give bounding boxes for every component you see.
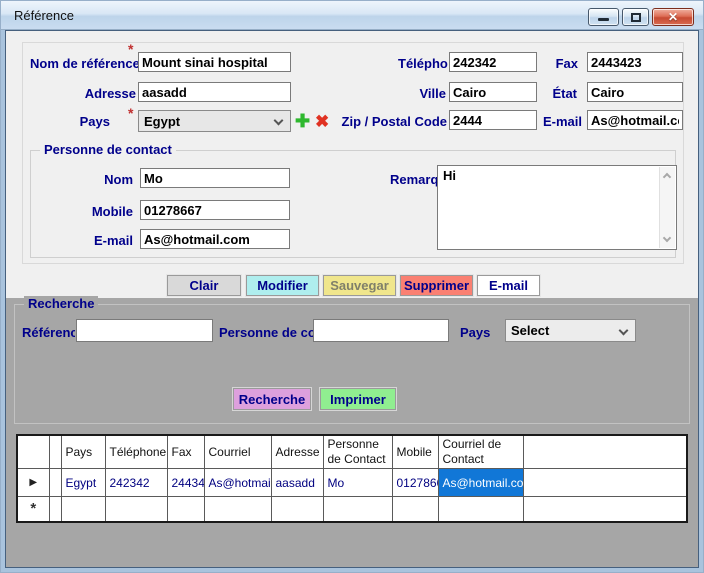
maximize-icon [631, 13, 641, 22]
remarque-text: Hi [443, 168, 456, 183]
zip-input[interactable] [449, 110, 537, 130]
minimize-icon [598, 18, 609, 21]
adresse-label: Adresse [66, 86, 136, 101]
search-pays-combobox[interactable]: Select [505, 319, 636, 342]
grid-header-filler [523, 435, 687, 469]
add-country-icon[interactable]: ✚ [295, 112, 310, 130]
ville-input[interactable] [449, 82, 537, 102]
sauvegar-button[interactable]: Sauvegar [323, 275, 396, 296]
grid-header-telephone[interactable]: Téléphone [105, 435, 167, 469]
delete-country-icon[interactable]: ✖ [315, 113, 329, 130]
supprimer-button[interactable]: Supprimer [400, 275, 473, 296]
grid-header-courriel[interactable]: Courriel [204, 435, 271, 469]
current-row-icon[interactable]: ▶ [17, 469, 49, 497]
grid-cell-pays[interactable]: Egypt [61, 469, 105, 497]
grid-cell-courriel-contact-selected[interactable]: As@hotmail.com [438, 469, 523, 497]
clair-button[interactable]: Clair [167, 275, 241, 296]
chevron-down-icon [619, 326, 629, 336]
grid-cell-fax[interactable] [167, 497, 204, 522]
required-marker-nom: * [128, 41, 133, 57]
grid-header-pays[interactable]: Pays [61, 435, 105, 469]
chevron-down-icon [274, 116, 284, 126]
search-pays-value: Select [511, 323, 549, 338]
fax-input[interactable] [587, 52, 683, 72]
grid-header-row: Pays Téléphone Fax Courriel Adresse Pers… [17, 435, 687, 469]
etat-input[interactable] [587, 82, 683, 102]
grid-cell-mobile[interactable]: 01278667 [392, 469, 438, 497]
grid-header-adresse[interactable]: Adresse [271, 435, 323, 469]
pays-label: Pays [70, 114, 110, 129]
window-title: Référence [14, 8, 74, 23]
grid-cell-fax[interactable]: 2443423 [167, 469, 204, 497]
grid-header-fax[interactable]: Fax [167, 435, 204, 469]
grid-cell-adresse[interactable]: aasadd [271, 469, 323, 497]
grid-cell-adresse[interactable] [271, 497, 323, 522]
fax-label: Fax [550, 56, 578, 71]
new-row-icon[interactable]: * [17, 497, 49, 522]
grid-header-mobile[interactable]: Mobile [392, 435, 438, 469]
contact-group-title: Personne de contact [40, 142, 176, 157]
grid-header-courriel-contact[interactable]: Courriel de Contact [438, 435, 523, 469]
telephone-label: Téléphone [398, 56, 448, 71]
search-contact-label: Personne de contact [219, 325, 313, 340]
telephone-input[interactable] [449, 52, 537, 72]
grid-spacer-column [49, 435, 61, 469]
remarque-textarea[interactable]: Hi [437, 165, 677, 250]
grid-cell-telephone[interactable] [105, 497, 167, 522]
email-label: E-mail [539, 114, 582, 129]
scroll-up-icon[interactable] [663, 173, 671, 181]
contact-email-input[interactable] [140, 229, 290, 249]
search-pays-label: Pays [460, 325, 496, 340]
zip-label: Zip / Postal Code [333, 114, 447, 129]
grid-cell-filler [523, 469, 687, 497]
required-marker-pays: * [128, 105, 133, 121]
imprimer-button[interactable]: Imprimer [320, 388, 396, 410]
scroll-down-icon[interactable] [663, 234, 671, 242]
grid-cell-spacer [49, 497, 61, 522]
references-grid[interactable]: Pays Téléphone Fax Courriel Adresse Pers… [16, 434, 688, 523]
grid-cell-spacer [49, 469, 61, 497]
grid-cell-pays[interactable] [61, 497, 105, 522]
adresse-input[interactable] [138, 82, 291, 102]
grid-cell-personne[interactable] [323, 497, 392, 522]
grid-cell-mobile[interactable] [392, 497, 438, 522]
recherche-button[interactable]: Recherche [233, 388, 311, 410]
grid-cell-telephone[interactable]: 242342 [105, 469, 167, 497]
modifier-button[interactable]: Modifier [246, 275, 319, 296]
contact-nom-input[interactable] [140, 168, 290, 188]
email-button[interactable]: E-mail [477, 275, 540, 296]
search-reference-label: Référence [22, 325, 75, 340]
maximize-button[interactable] [622, 8, 649, 26]
grid-cell-courriel[interactable]: As@hotmail.com [204, 469, 271, 497]
window-controls: ✕ [588, 8, 694, 26]
title-bar: Référence ✕ [1, 1, 703, 30]
grid-cell-filler [523, 497, 687, 522]
grid-header-personne-contact[interactable]: Personne de Contact [323, 435, 392, 469]
grid-cell-courriel[interactable] [204, 497, 271, 522]
search-reference-input[interactable] [76, 319, 213, 342]
contact-email-label: E-mail [88, 233, 133, 248]
contact-mobile-input[interactable] [140, 200, 290, 220]
search-contact-input[interactable] [313, 319, 449, 342]
table-row-new[interactable]: * [17, 497, 687, 522]
pays-combobox[interactable]: Egypt [138, 110, 291, 132]
contact-nom-label: Nom [93, 172, 133, 187]
grid-rowheader-column [17, 435, 49, 469]
ville-label: Ville [413, 86, 446, 101]
pays-combobox-value: Egypt [144, 114, 180, 129]
close-icon: ✕ [668, 10, 678, 24]
email-input[interactable] [587, 110, 683, 130]
table-row[interactable]: ▶ Egypt 242342 2443423 As@hotmail.com aa… [17, 469, 687, 497]
remarque-label: Remarque [390, 172, 437, 187]
nom-reference-label: Nom de référence [30, 56, 136, 71]
grid-cell-courriel-contact[interactable] [438, 497, 523, 522]
recherche-group-title: Recherche [24, 296, 98, 311]
contact-mobile-label: Mobile [83, 204, 133, 219]
nom-reference-input[interactable] [138, 52, 291, 72]
close-button[interactable]: ✕ [652, 8, 694, 26]
grid-cell-personne[interactable]: Mo [323, 469, 392, 497]
remarque-scrollbar[interactable] [659, 167, 675, 248]
etat-label: État [546, 86, 577, 101]
minimize-button[interactable] [588, 8, 619, 26]
